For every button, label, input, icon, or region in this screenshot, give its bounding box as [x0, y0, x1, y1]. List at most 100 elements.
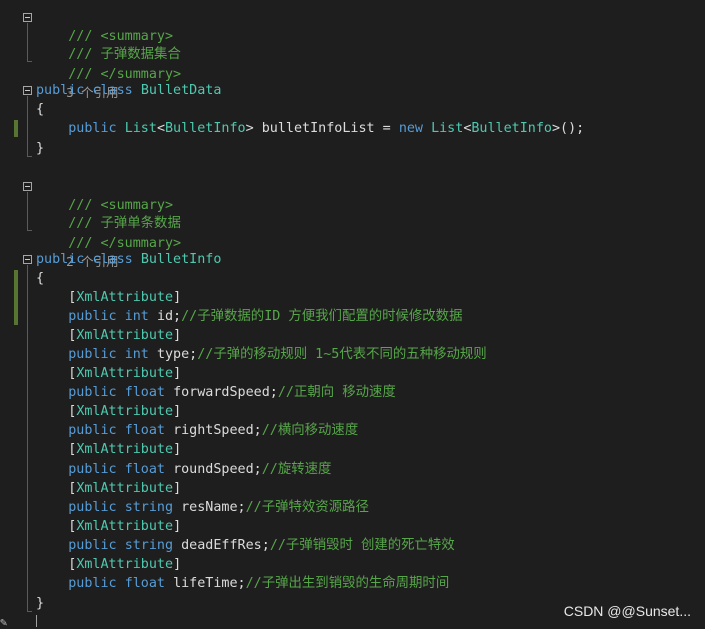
- field-line: public string deadEffRes;//子弹销毁时 创建的死亡特效: [36, 536, 454, 555]
- symbol: ]: [173, 519, 182, 534]
- inline-comment: //旋转速度: [261, 462, 332, 477]
- brace: {: [36, 271, 45, 286]
- symbol: ]: [173, 442, 182, 457]
- brace: {: [36, 102, 45, 117]
- attribute-line: [XmlAttribute]: [36, 517, 181, 536]
- fold-toggle-summary-2[interactable]: [23, 182, 32, 191]
- field-line: public int type;//子弹的移动规则 1~5代表不同的五种移动规则: [36, 345, 487, 364]
- identifier: > bulletInfoList =: [245, 121, 399, 136]
- attribute-line: [XmlAttribute]: [36, 364, 181, 383]
- attribute-name: XmlAttribute: [76, 290, 174, 305]
- type-keyword: float: [124, 576, 165, 591]
- symbol: ]: [173, 404, 182, 419]
- symbol: ]: [173, 328, 182, 343]
- close-brace: }: [36, 594, 44, 613]
- fold-guide-end: [27, 156, 32, 157]
- keyword: class: [92, 252, 133, 267]
- keyword: public: [68, 347, 117, 362]
- fold-guide: [27, 192, 28, 230]
- identifier: roundSpeed;: [173, 462, 262, 477]
- inline-comment: //正朝向 移动速度: [277, 385, 396, 400]
- attribute-name: XmlAttribute: [76, 519, 174, 534]
- attribute-line: [XmlAttribute]: [36, 402, 181, 421]
- symbol: ]: [173, 290, 182, 305]
- keyword: public: [36, 83, 85, 98]
- identifier: type;: [156, 347, 198, 362]
- type-keyword: string: [124, 538, 174, 553]
- brace: }: [36, 596, 45, 611]
- doc-comment-close: /// </summary>: [36, 46, 181, 82]
- change-indicator: [14, 120, 18, 137]
- keyword: public: [68, 576, 117, 591]
- fold-guide-end: [27, 611, 32, 612]
- symbol: ]: [173, 366, 182, 381]
- type-keyword: int: [124, 309, 149, 324]
- symbol: ]: [173, 481, 182, 496]
- close-brace: }: [36, 139, 44, 158]
- symbol: ]: [173, 557, 182, 572]
- doc-comment-summary: /// 子弹数据集合: [36, 26, 181, 62]
- watermark: CSDN @@Sunset...: [563, 603, 691, 619]
- inline-comment: //子弹的移动规则 1~5代表不同的五种移动规则: [197, 347, 487, 362]
- attribute-name: XmlAttribute: [76, 481, 174, 496]
- inline-comment: //子弹出生到销毁的生命周期时间: [245, 576, 450, 591]
- class-declaration-bulletinfo: public class BulletInfo: [36, 250, 221, 269]
- inline-comment: //子弹特效资源路径: [245, 500, 369, 515]
- symbol: >();: [552, 121, 585, 136]
- pen-icon: ✎: [0, 615, 8, 629]
- type-name: List: [124, 121, 157, 136]
- class-declaration-bulletdata: public class BulletData: [36, 81, 221, 100]
- keyword: new: [398, 121, 423, 136]
- code-editor[interactable]: /// <summary> /// 子弹数据集合 /// </summary> …: [0, 0, 705, 629]
- identifier: lifeTime;: [173, 576, 246, 591]
- keyword: class: [92, 83, 133, 98]
- doc-comment-summary: /// 子弹单条数据: [36, 195, 181, 231]
- keyword: public: [68, 309, 117, 324]
- field-line: public float rightSpeed;//横向移动速度: [36, 421, 358, 440]
- inline-comment: //横向移动速度: [261, 423, 359, 438]
- identifier: resName;: [181, 500, 246, 515]
- fold-toggle-class-bulletinfo[interactable]: [23, 255, 32, 264]
- type-name: BulletInfo: [471, 121, 552, 136]
- attribute-line: [XmlAttribute]: [36, 326, 181, 345]
- keyword: public: [68, 121, 117, 136]
- type-keyword: float: [124, 385, 165, 400]
- keyword: public: [68, 500, 117, 515]
- fold-toggle-class-bulletdata[interactable]: [23, 86, 32, 95]
- attribute-line: [XmlAttribute]: [36, 440, 181, 459]
- attribute-line: [XmlAttribute]: [36, 479, 181, 498]
- fold-toggle-summary-1[interactable]: [23, 13, 32, 22]
- class-name: BulletInfo: [140, 252, 222, 267]
- keyword: public: [68, 538, 117, 553]
- doc-comment-open: /// <summary>: [36, 177, 173, 213]
- field-line: public float lifeTime;//子弹出生到销毁的生命周期时间: [36, 574, 449, 593]
- open-brace: {: [36, 100, 44, 119]
- inline-comment: //子弹数据的ID 方便我们配置的时候修改数据: [181, 309, 463, 324]
- keyword: public: [68, 462, 117, 477]
- identifier: id;: [156, 309, 182, 324]
- identifier: rightSpeed;: [173, 423, 262, 438]
- fold-guide: [27, 23, 28, 61]
- class-name: BulletData: [140, 83, 222, 98]
- field-line: public int id;//子弹数据的ID 方便我们配置的时候修改数据: [36, 307, 462, 326]
- type-keyword: float: [124, 423, 165, 438]
- type-keyword: string: [124, 500, 174, 515]
- field-line: public string resName;//子弹特效资源路径: [36, 498, 369, 517]
- keyword: public: [68, 385, 117, 400]
- type-name: BulletInfo: [165, 121, 246, 136]
- doc-comment-close: /// </summary>: [36, 215, 181, 251]
- type-name: List: [431, 121, 464, 136]
- doc-comment-open: /// <summary>: [36, 8, 173, 44]
- symbol: <: [156, 121, 165, 136]
- fold-guide: [27, 96, 28, 156]
- attribute-name: XmlAttribute: [76, 442, 174, 457]
- brace: }: [36, 141, 45, 156]
- keyword: public: [68, 423, 117, 438]
- attribute-line: [XmlAttribute]: [36, 288, 181, 307]
- attribute-name: XmlAttribute: [76, 328, 174, 343]
- type-keyword: float: [124, 462, 165, 477]
- field-line: public float roundSpeed;//旋转速度: [36, 460, 331, 479]
- attribute-name: XmlAttribute: [76, 557, 174, 572]
- change-indicator: [14, 270, 18, 325]
